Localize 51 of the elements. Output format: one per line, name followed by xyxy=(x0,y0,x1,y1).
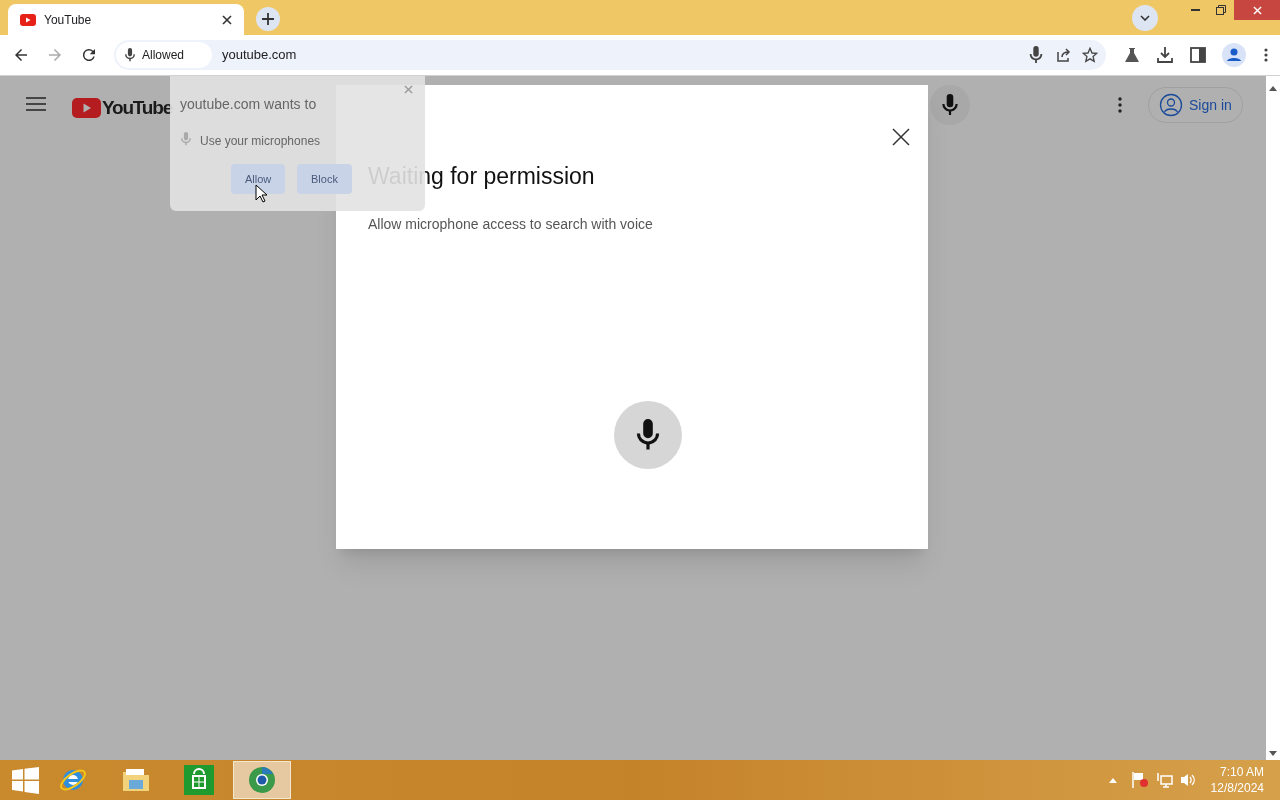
windows-logo-icon[interactable] xyxy=(12,766,39,794)
microphone-icon xyxy=(180,132,192,146)
microphone-icon xyxy=(941,94,959,116)
microphone-icon[interactable] xyxy=(1028,46,1044,64)
scrollbar[interactable] xyxy=(1266,76,1280,760)
scroll-down-icon xyxy=(1269,751,1277,756)
more-icon[interactable] xyxy=(1118,97,1122,113)
globe-icon xyxy=(247,765,277,795)
chevron-up-icon[interactable] xyxy=(1108,777,1117,783)
side-panel-icon[interactable] xyxy=(1190,47,1206,63)
flag-icon[interactable] xyxy=(1130,771,1149,789)
scroll-up-icon xyxy=(1269,86,1277,91)
popup-request: Use your microphones xyxy=(200,133,321,150)
reload-icon[interactable] xyxy=(80,46,98,64)
microphone-icon xyxy=(635,419,661,451)
voice-search-button[interactable] xyxy=(930,85,970,125)
clock-date: 12/8/2024 xyxy=(1210,780,1264,796)
youtube-logo-icon[interactable] xyxy=(72,98,101,119)
close-icon[interactable] xyxy=(892,128,910,146)
plus-icon xyxy=(262,13,274,25)
browser-tab[interactable]: YouTube xyxy=(8,4,244,35)
permission-chip[interactable]: Allowed xyxy=(116,42,212,68)
new-tab-button[interactable] xyxy=(256,7,280,31)
clock-time: 7:10 AM xyxy=(1219,764,1264,780)
close-icon[interactable] xyxy=(222,14,232,25)
close-icon xyxy=(1252,5,1262,15)
tab-search-button[interactable] xyxy=(1132,5,1158,31)
profile-icon[interactable] xyxy=(1222,43,1246,67)
dialog-message: Allow microphone access to search with voice xyxy=(368,215,653,234)
youtube-icon xyxy=(20,13,36,26)
download-icon[interactable] xyxy=(1156,46,1174,64)
star-icon[interactable] xyxy=(1082,47,1098,63)
microphone-icon xyxy=(124,48,136,62)
address-bar[interactable]: Allowed youtube.com xyxy=(114,40,1106,70)
allow-button[interactable]: Allow xyxy=(231,164,286,194)
tab-title: YouTube xyxy=(44,11,93,29)
account-icon xyxy=(1159,93,1183,117)
share-icon[interactable] xyxy=(1056,47,1072,63)
minimize-icon xyxy=(1190,9,1200,11)
restore-icon xyxy=(1216,5,1226,15)
block-button[interactable]: Block xyxy=(297,164,352,194)
url-text: youtube.com xyxy=(222,46,298,65)
menu-icon[interactable] xyxy=(26,97,46,111)
chevron-down-icon xyxy=(1140,15,1150,21)
taskbar-app[interactable] xyxy=(233,761,291,799)
more-icon[interactable] xyxy=(1264,48,1268,62)
shopping-bag-icon xyxy=(184,765,214,795)
cursor-icon xyxy=(255,184,267,203)
logo-text: YouTube xyxy=(102,96,173,120)
popup-prompt: youtube.com wants to xyxy=(180,95,317,114)
flask-icon[interactable] xyxy=(1124,47,1140,63)
